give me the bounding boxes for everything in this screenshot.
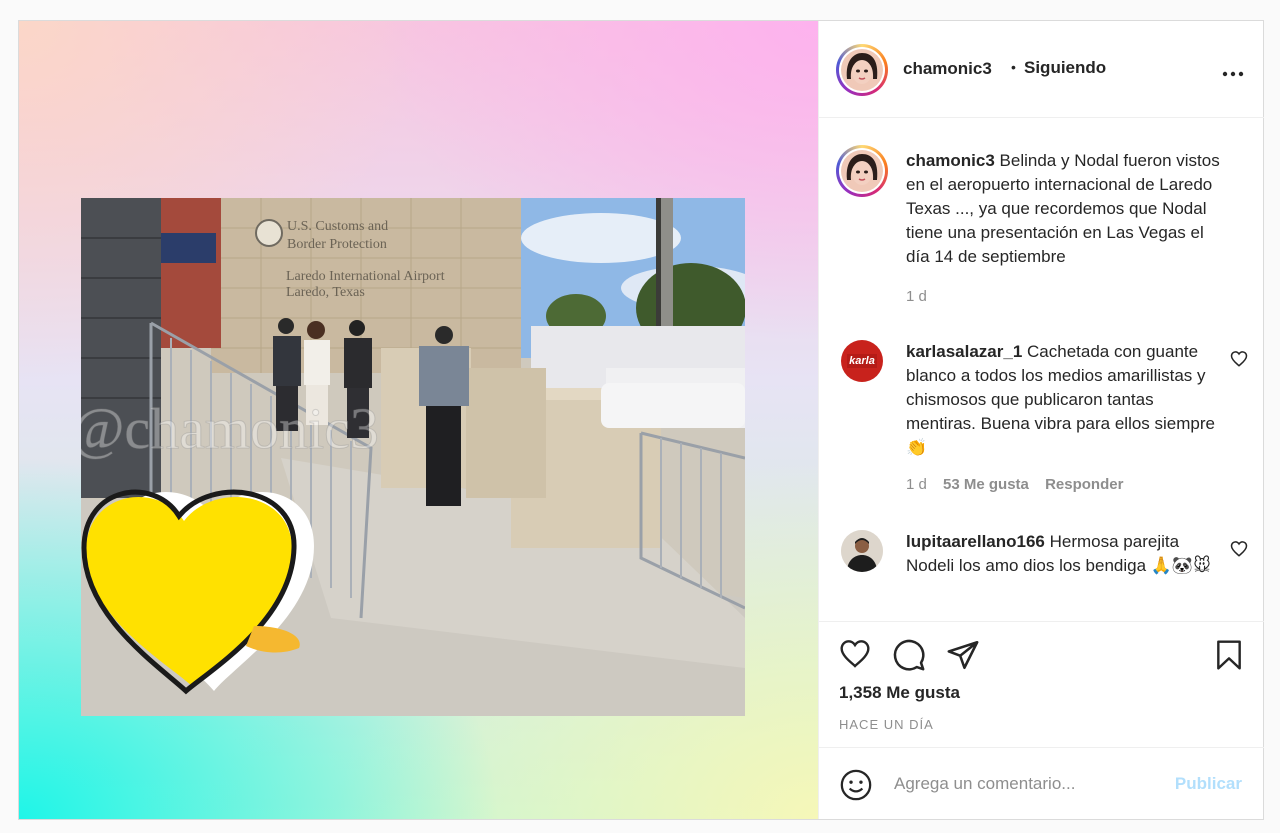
publish-button[interactable]: Publicar [1175, 774, 1242, 794]
comments-list[interactable]: chamonic3 Belinda y Nodal fueron vistos … [819, 118, 1264, 620]
sign-line-1: U.S. Customs and [287, 219, 388, 234]
comment-username[interactable]: karlasalazar_1 [906, 342, 1022, 361]
heart-sticker [81, 489, 314, 695]
caption-avatar[interactable] [836, 145, 888, 197]
avatar-illustration [841, 150, 883, 192]
comment-username[interactable]: lupitaarellano166 [906, 532, 1045, 551]
add-comment-bar: Publicar [819, 747, 1264, 820]
comment-like-icon[interactable] [1230, 540, 1248, 558]
sign-line-2: Border Protection [287, 237, 387, 252]
comment-avatar[interactable]: karla [841, 340, 883, 382]
author-username[interactable]: chamonic3 [903, 59, 992, 79]
post-actions: 1,358 Me gusta HACE UN DÍA [819, 621, 1264, 748]
watermark-text: @chamonic3 [81, 396, 379, 461]
caption-time[interactable]: 1 d [906, 288, 927, 305]
post-media[interactable]: U.S. Customs and Border Protection Lared… [19, 21, 818, 819]
post-timestamp[interactable]: HACE UN DÍA [839, 717, 934, 732]
caption-meta: 1 d [906, 288, 939, 305]
likes-count[interactable]: 1,358 Me gusta [839, 683, 960, 703]
share-icon[interactable] [946, 638, 980, 672]
avatar-illustration [841, 530, 883, 572]
emoji-icon[interactable] [839, 768, 873, 802]
sign-line-3: Laredo International Airport [286, 269, 445, 284]
sign-line-4: Laredo, Texas [286, 285, 365, 300]
save-icon[interactable] [1213, 638, 1245, 672]
comment-time[interactable]: 1 d [906, 476, 927, 493]
comment-text: karlasalazar_1 Cachetada con guante blan… [906, 340, 1224, 460]
comment-like-icon[interactable] [1230, 350, 1248, 368]
reply-button[interactable]: Responder [1045, 476, 1123, 493]
more-options-icon[interactable] [1222, 57, 1244, 83]
post-sidebar: chamonic3 • Siguiendo chamonic3 Belinda … [818, 21, 1264, 819]
caption-text: chamonic3 Belinda y Nodal fueron vistos … [906, 149, 1224, 269]
separator-dot: • [1011, 59, 1016, 75]
author-avatar[interactable] [836, 44, 888, 96]
comment-avatar[interactable] [841, 530, 883, 572]
post-header: chamonic3 • Siguiendo [819, 21, 1264, 118]
caption-username[interactable]: chamonic3 [906, 151, 995, 170]
comment-text: lupitaarellano166 Hermosa parejita Nodel… [906, 530, 1224, 578]
like-icon[interactable] [838, 638, 872, 670]
comment-likes[interactable]: 53 Me gusta [943, 476, 1029, 493]
follow-status-button[interactable]: Siguiendo [1024, 58, 1106, 78]
post-card: U.S. Customs and Border Protection Lared… [18, 20, 1264, 820]
comment-meta: 1 d 53 Me gusta Responder [906, 476, 1135, 493]
comment-input[interactable] [892, 768, 1136, 800]
avatar-text: karla [847, 354, 877, 368]
comment-icon[interactable] [892, 638, 926, 672]
avatar-illustration [841, 49, 883, 91]
